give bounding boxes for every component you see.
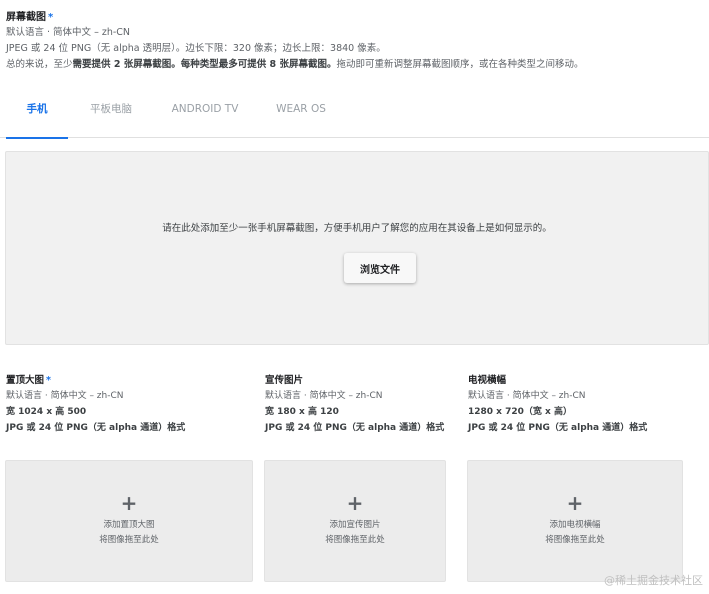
tab-phone[interactable]: 手机	[6, 92, 68, 139]
asset-promo-graphic: 宣传图片 默认语言 · 简体中文 – zh-CN 宽 180 x 高 120 J…	[265, 372, 444, 436]
tile-hint: 将图像拖至此处	[325, 535, 385, 545]
add-icon: +	[346, 491, 364, 515]
tab-android-tv[interactable]: ANDROID TV	[160, 92, 250, 138]
screenshots-format: JPEG 或 24 位 PNG（无 alpha 透明层）。边长下限：320 像素…	[6, 43, 386, 54]
asset-language: 默认语言 · 简体中文 – zh-CN	[265, 391, 383, 401]
asset-format: JPG 或 24 位 PNG（无 alpha 通道）格式	[468, 423, 648, 433]
add-icon: +	[566, 491, 584, 515]
asset-feature-graphic: 置顶大图 * 默认语言 · 简体中文 – zh-CN 宽 1024 x 高 500…	[6, 372, 185, 436]
asset-tv-banner: 电视横幅 默认语言 · 简体中文 – zh-CN 1280 x 720（宽 x …	[468, 372, 647, 436]
active-tab-indicator	[6, 137, 68, 139]
screenshots-requirements: 总的来说，至少需要提供 2 张屏幕截图。每种类型最多可提供 8 张屏幕截图。拖动…	[6, 59, 584, 70]
add-icon: +	[120, 491, 138, 515]
asset-format: JPG 或 24 位 PNG（无 alpha 通道）格式	[6, 423, 186, 433]
feature-graphic-upload-tile[interactable]: + 添加置顶大图 将图像拖至此处	[5, 460, 253, 582]
tile-hint: 将图像拖至此处	[545, 535, 605, 545]
screenshot-dropzone[interactable]: 请在此处添加至少一张手机屏幕截图，方便手机用户了解您的应用在其设备上是如何显示的…	[5, 151, 709, 345]
asset-format: JPG 或 24 位 PNG（无 alpha 通道）格式	[265, 423, 445, 433]
tab-tablet[interactable]: 平板电脑	[76, 92, 146, 138]
watermark: @稀土掘金技术社区	[604, 574, 703, 587]
tile-label: 添加电视横幅	[549, 520, 601, 530]
required-mark: *	[48, 12, 54, 23]
device-tabs: 手机 平板电脑 ANDROID TV WEAR OS	[0, 92, 709, 139]
asset-title: 置顶大图 *	[6, 375, 51, 386]
browse-files-button[interactable]: 浏览文件	[344, 253, 416, 283]
required-mark: *	[46, 375, 51, 386]
screenshots-title: 屏幕截图 *	[6, 12, 54, 23]
tile-hint: 将图像拖至此处	[99, 535, 159, 545]
screenshots-language: 默认语言 · 简体中文 – zh-CN	[6, 27, 131, 38]
asset-size: 宽 180 x 高 120	[265, 407, 339, 417]
dropzone-instructions: 请在此处添加至少一张手机屏幕截图，方便手机用户了解您的应用在其设备上是如何显示的…	[162, 223, 552, 234]
tile-label: 添加宣传图片	[329, 520, 381, 530]
tab-wear-os[interactable]: WEAR OS	[262, 92, 340, 138]
asset-title: 宣传图片	[265, 375, 304, 386]
asset-size: 宽 1024 x 高 500	[6, 407, 87, 417]
asset-language: 默认语言 · 简体中文 – zh-CN	[6, 391, 124, 401]
asset-language: 默认语言 · 简体中文 – zh-CN	[468, 391, 586, 401]
tile-label: 添加置顶大图	[103, 520, 155, 530]
tv-banner-upload-tile[interactable]: + 添加电视横幅 将图像拖至此处	[467, 460, 683, 582]
asset-title: 电视横幅	[468, 375, 507, 386]
promo-graphic-upload-tile[interactable]: + 添加宣传图片 将图像拖至此处	[264, 460, 446, 582]
asset-size: 1280 x 720（宽 x 高）	[468, 407, 572, 417]
